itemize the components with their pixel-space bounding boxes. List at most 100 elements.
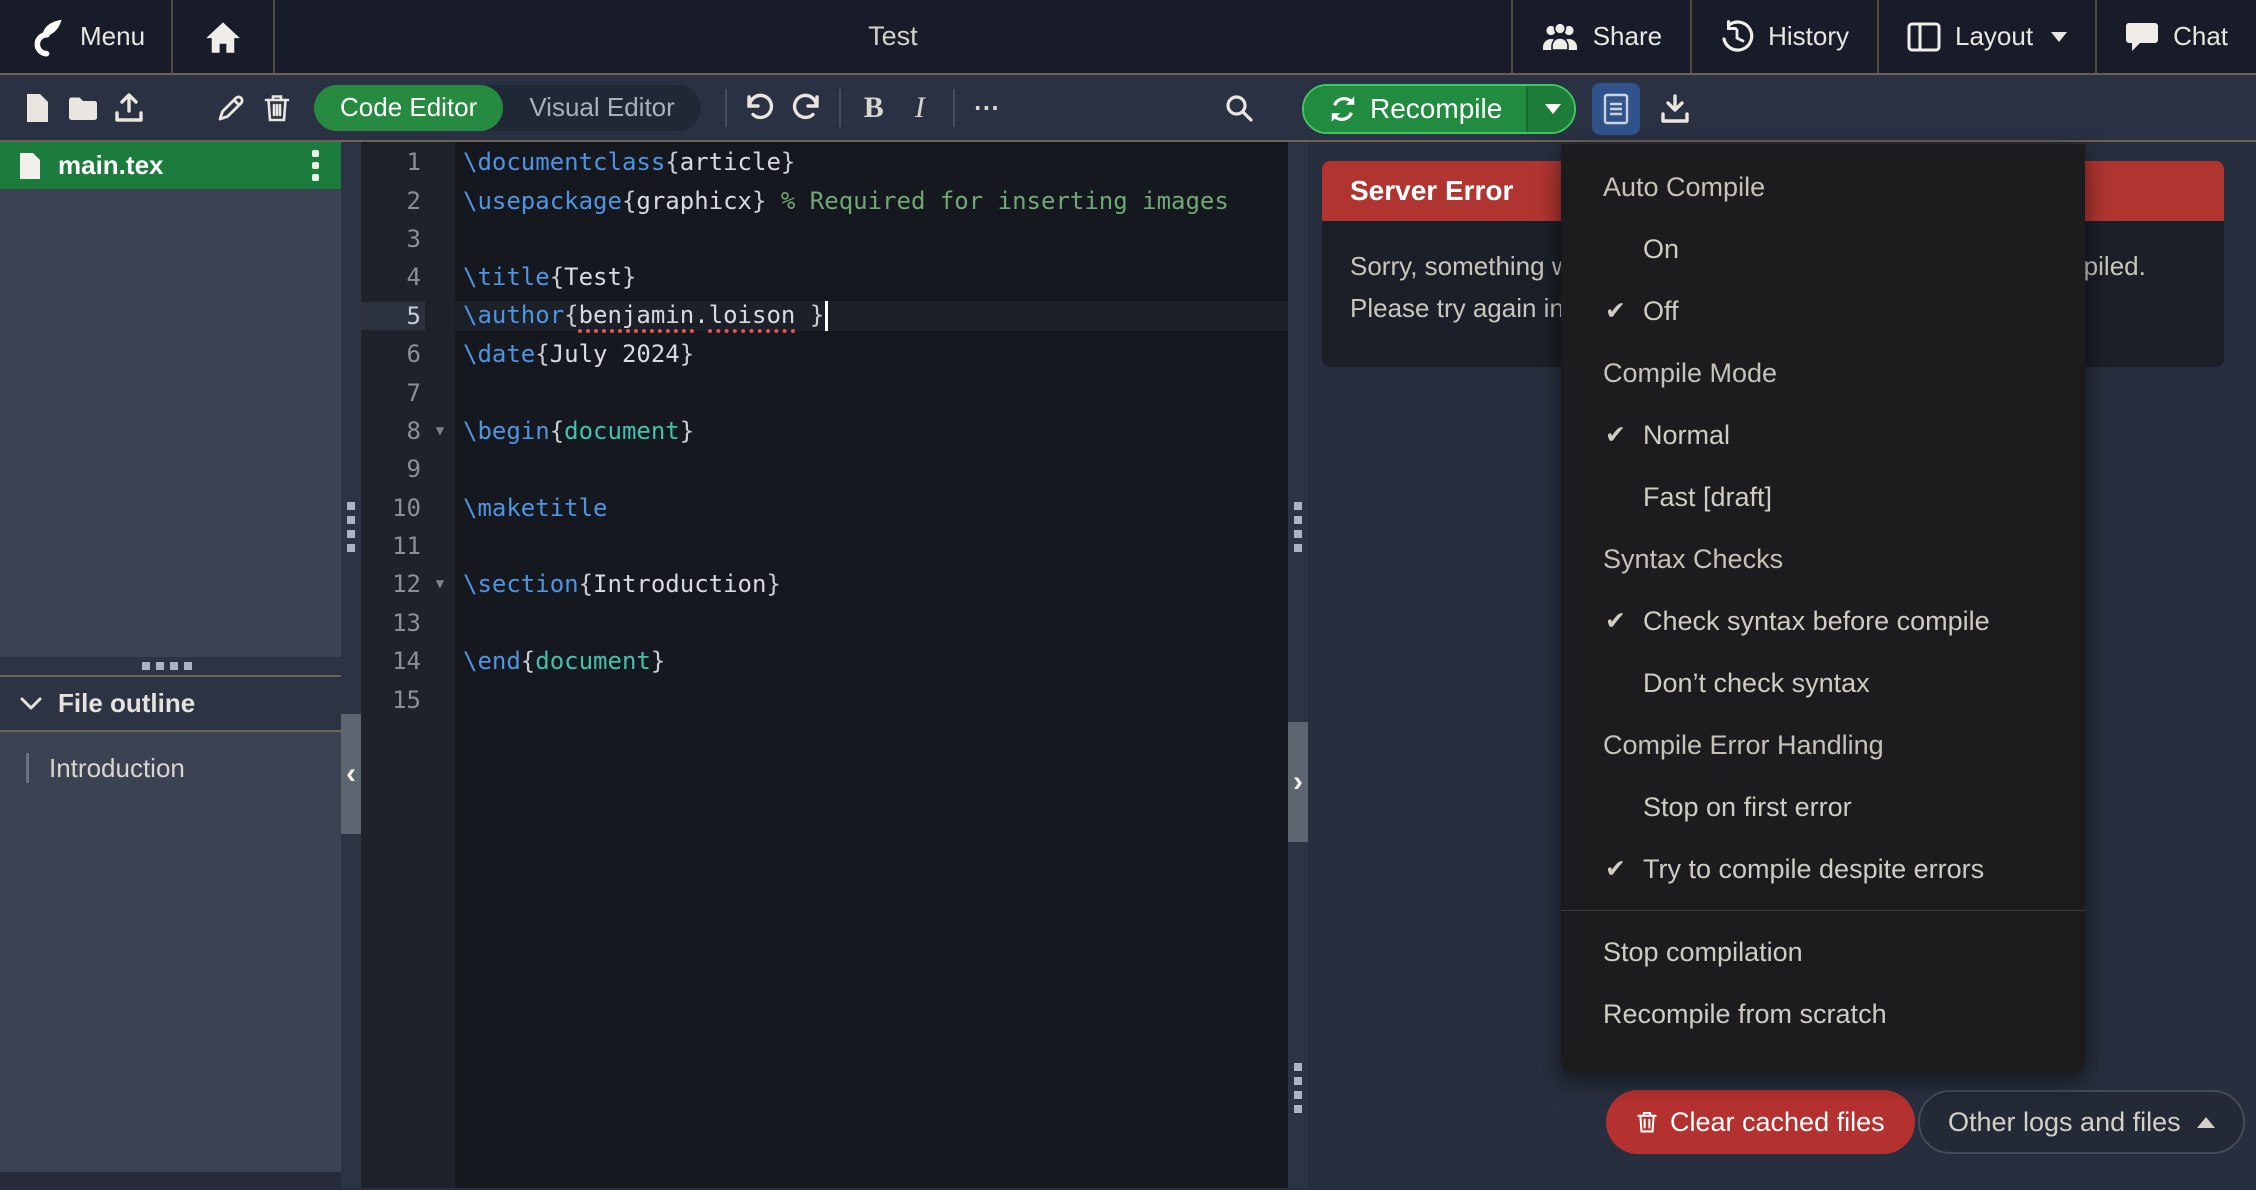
menu-header-syntax-checks: Syntax Checks: [1561, 528, 2085, 590]
action-label: History: [1768, 21, 1849, 52]
checkmark-icon: ✔: [1605, 606, 1643, 636]
drag-dots-icon: [347, 502, 355, 552]
chevron-down-icon: [1545, 104, 1561, 114]
editor-mode-toggle: Code Editor Visual Editor: [314, 85, 701, 131]
code-text: \documentclass{article}: [455, 148, 1288, 176]
code-line-1[interactable]: 1\documentclass{article}: [361, 143, 1288, 181]
left-panel-resizer[interactable]: ‹: [341, 142, 361, 1188]
editor-toolbar: Code Editor Visual Editor B I ⋯ Recompil…: [0, 75, 2256, 142]
file-row-main-tex[interactable]: main.tex: [0, 142, 341, 189]
code-line-11[interactable]: 11: [361, 527, 1288, 565]
code-text: \date{July 2024}: [455, 340, 1288, 368]
line-number: 13: [361, 609, 425, 637]
upload-button[interactable]: [106, 85, 152, 131]
chat-button[interactable]: Chat: [2095, 0, 2256, 73]
clear-cached-files-button[interactable]: Clear cached files: [1606, 1090, 1915, 1154]
new-folder-button[interactable]: [60, 85, 106, 131]
search-button[interactable]: [1216, 85, 1262, 131]
code-line-6[interactable]: 6\date{July 2024}: [361, 335, 1288, 373]
code-text: \usepackage{graphicx} % Required for ins…: [455, 187, 1288, 215]
code-line-2[interactable]: 2\usepackage{graphicx} % Required for in…: [361, 181, 1288, 219]
code-line-5[interactable]: 5\author{benjamin.loison }: [361, 297, 1288, 335]
menu-item-try-to-compile-despite-errors[interactable]: ✔Try to compile despite errors: [1561, 838, 2085, 900]
action-label: Share: [1593, 21, 1662, 52]
outline-resize-handle[interactable]: [0, 657, 341, 677]
folder-icon: [67, 94, 99, 122]
menu-item-on[interactable]: On: [1561, 218, 2085, 280]
download-pdf-button[interactable]: [1652, 86, 1698, 132]
chevron-down-icon: [20, 697, 42, 711]
menu-item-check-syntax-before-compile[interactable]: ✔Check syntax before compile: [1561, 590, 2085, 652]
fold-arrow-icon[interactable]: ▼: [425, 423, 455, 439]
recompile-options-button[interactable]: [1526, 86, 1574, 132]
code-text: \section{Introduction}: [455, 570, 1288, 598]
layout-button[interactable]: Layout: [1877, 0, 2095, 73]
other-logs-and-files-button[interactable]: Other logs and files: [1918, 1090, 2245, 1154]
italic-button[interactable]: I: [897, 85, 943, 131]
code-line-10[interactable]: 10\maketitle: [361, 489, 1288, 527]
trash-icon: [1636, 1110, 1658, 1134]
menu-item-fast-draft[interactable]: Fast [draft]: [1561, 466, 2085, 528]
code-editor-tab[interactable]: Code Editor: [314, 85, 503, 131]
code-line-8[interactable]: 8▼\begin{document}: [361, 412, 1288, 450]
file-outline-list: Introduction: [0, 732, 341, 1172]
code-line-13[interactable]: 13: [361, 604, 1288, 642]
file-name: main.tex: [58, 150, 292, 181]
menu-item-don-t-check-syntax[interactable]: Don’t check syntax: [1561, 652, 2085, 714]
chevron-down-icon: [2051, 32, 2067, 42]
line-number: 8: [361, 417, 425, 445]
file-outline-header[interactable]: File outline: [0, 677, 341, 732]
drag-dots-icon: [1294, 1063, 1302, 1113]
line-number: 9: [361, 455, 425, 483]
checkmark-icon: ✔: [1605, 420, 1643, 450]
menu-header-compile-mode: Compile Mode: [1561, 342, 2085, 404]
code-line-3[interactable]: 3: [361, 220, 1288, 258]
home-button[interactable]: [173, 0, 273, 73]
code-line-4[interactable]: 4\title{Test}: [361, 258, 1288, 296]
code-text: \title{Test}: [455, 263, 1288, 291]
menu-item-label: Recompile from scratch: [1603, 999, 1887, 1030]
code-line-7[interactable]: 7: [361, 373, 1288, 411]
menu-item-label: Off: [1643, 296, 1679, 327]
menu-item-label: Don’t check syntax: [1643, 668, 1870, 699]
toolbar-separator: [725, 89, 727, 127]
right-panel-resizer[interactable]: ›: [1288, 142, 1308, 1188]
download-icon: [1659, 93, 1691, 125]
line-number: 5: [361, 302, 425, 330]
code-editor-pane[interactable]: 1\documentclass{article}2\usepackage{gra…: [361, 142, 1288, 1188]
history-button[interactable]: History: [1690, 0, 1877, 73]
line-number: 3: [361, 225, 425, 253]
file-icon: [18, 152, 42, 180]
menu-item-stop-on-first-error[interactable]: Stop on first error: [1561, 776, 2085, 838]
share-button[interactable]: Share: [1511, 0, 1690, 73]
code-line-15[interactable]: 15: [361, 680, 1288, 718]
menu-header-compile-error-handling: Compile Error Handling: [1561, 714, 2085, 776]
expand-preview-button[interactable]: ›: [1288, 722, 1308, 842]
code-line-9[interactable]: 9: [361, 450, 1288, 488]
menu-item-off[interactable]: ✔Off: [1561, 280, 2085, 342]
delete-button[interactable]: [254, 85, 300, 131]
clear-cached-files-label: Clear cached files: [1670, 1107, 1885, 1138]
menu-item-normal[interactable]: ✔Normal: [1561, 404, 2085, 466]
rename-button[interactable]: [208, 85, 254, 131]
recompile-button[interactable]: Recompile: [1304, 86, 1526, 132]
collapse-file-tree-button[interactable]: ‹: [341, 714, 361, 834]
fold-arrow-icon[interactable]: ▼: [425, 576, 455, 592]
bold-button[interactable]: B: [851, 85, 897, 131]
view-logs-button[interactable]: [1592, 83, 1640, 135]
menu-item-stop-compilation[interactable]: Stop compilation: [1561, 921, 2085, 983]
code-line-14[interactable]: 14\end{document}: [361, 642, 1288, 680]
redo-button[interactable]: [783, 85, 829, 131]
menu-item-recompile-from-scratch[interactable]: Recompile from scratch: [1561, 983, 2085, 1045]
undo-button[interactable]: [737, 85, 783, 131]
outline-item-introduction[interactable]: Introduction: [0, 746, 341, 790]
visual-editor-tab[interactable]: Visual Editor: [503, 85, 701, 131]
menu-button[interactable]: Menu: [0, 0, 171, 73]
code-line-12[interactable]: 12▼\section{Introduction}: [361, 565, 1288, 603]
file-menu-kebab-icon[interactable]: [308, 146, 323, 185]
menu-item-label: Try to compile despite errors: [1643, 854, 1984, 885]
line-number: 11: [361, 532, 425, 560]
toolbar-overflow-button[interactable]: ⋯: [965, 85, 1011, 131]
outline-item-bar: [26, 753, 29, 783]
new-file-button[interactable]: [14, 85, 60, 131]
